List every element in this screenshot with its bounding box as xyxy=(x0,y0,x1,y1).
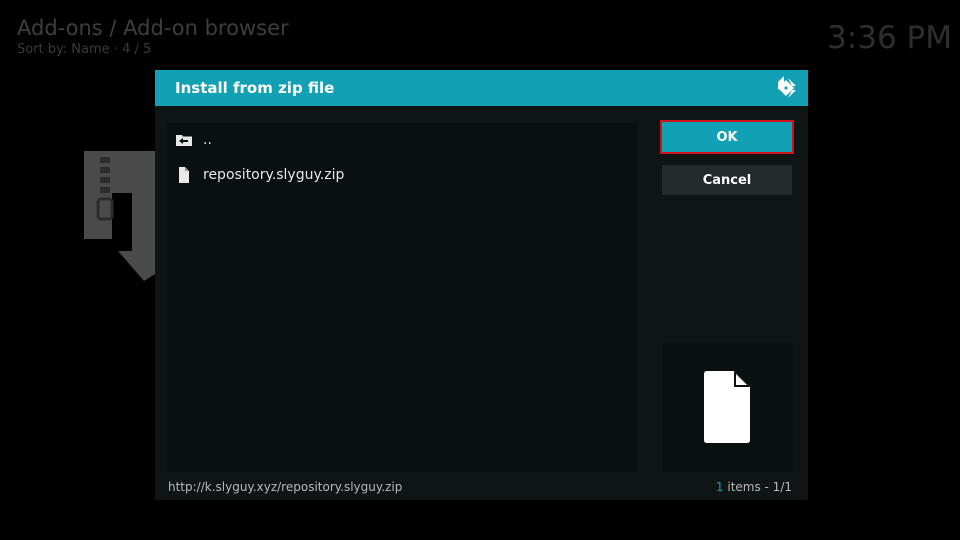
sort-label: Sort by: Name xyxy=(17,42,110,57)
dialog-title: Install from zip file xyxy=(175,79,335,97)
ok-button[interactable]: OK xyxy=(660,120,794,154)
kodi-screen: Add-ons / Add-on browser Sort by: Name ·… xyxy=(0,0,960,540)
parent-folder-icon xyxy=(176,135,192,146)
file-path: http://k.slyguy.xyz/repository.slyguy.zi… xyxy=(168,480,403,494)
item-position: 4 / 5 xyxy=(122,42,152,57)
page-title: Add-ons / Add-on browser xyxy=(17,16,289,40)
item-count: 1 items - 1/1 xyxy=(716,480,792,494)
list-item-file[interactable]: repository.slyguy.zip xyxy=(167,158,637,192)
list-item-parent[interactable]: .. xyxy=(167,123,637,157)
cancel-button[interactable]: Cancel xyxy=(662,165,792,195)
install-from-zip-dialog: Install from zip file .. repository.slyg… xyxy=(155,70,808,500)
sort-separator: · xyxy=(113,42,118,57)
sort-info: Sort by: Name · 4 / 5 xyxy=(17,42,151,57)
list-item-label: .. xyxy=(203,132,212,148)
file-icon xyxy=(704,371,750,443)
file-icon xyxy=(179,167,189,183)
dialog-header: Install from zip file xyxy=(155,70,808,106)
zip-archive-icon xyxy=(84,151,160,281)
list-item-label: repository.slyguy.zip xyxy=(203,167,345,183)
file-preview xyxy=(662,343,793,472)
kodi-logo-icon xyxy=(778,76,796,98)
item-count-suffix: items - 1/1 xyxy=(723,480,792,494)
item-count-number: 1 xyxy=(715,480,724,494)
file-list: .. repository.slyguy.zip xyxy=(167,123,637,472)
clock: 3:36 PM xyxy=(827,20,952,56)
